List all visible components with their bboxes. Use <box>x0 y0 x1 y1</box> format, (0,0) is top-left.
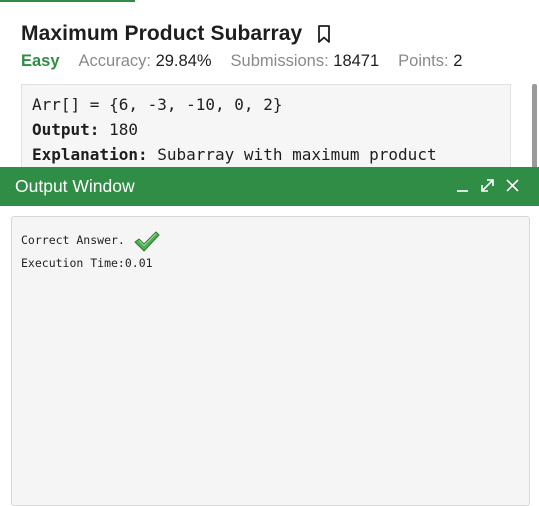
bookmark-icon[interactable] <box>316 24 332 44</box>
result-message: Correct Answer. <box>21 233 125 247</box>
execution-time: Execution Time:0.01 <box>21 256 153 270</box>
explanation-key: Explanation: <box>32 145 148 164</box>
expand-icon[interactable] <box>478 176 497 195</box>
close-icon[interactable] <box>503 176 522 195</box>
example-input: Arr[] = {6, -3, -10, 0, 2} <box>32 95 283 114</box>
scrollbar-thumb[interactable] <box>532 84 537 170</box>
output-value: 180 <box>99 120 138 139</box>
accuracy-label: Accuracy: <box>78 52 151 70</box>
output-window-header: Output Window <box>0 167 539 206</box>
output-key: Output: <box>32 120 100 139</box>
output-window-body: Correct Answer. Execution Time:0.01 <box>11 216 530 506</box>
problem-header: Maximum Product Subarray <box>21 22 332 46</box>
accuracy-value: 29.84% <box>155 52 212 70</box>
problem-stats: Easy Accuracy: 29.84% Submissions: 18471… <box>21 52 481 71</box>
window-controls <box>453 176 522 195</box>
explanation-value: Subarray with maximum product <box>147 145 437 164</box>
submissions-value: 18471 <box>333 52 380 70</box>
output-window-title: Output Window <box>15 176 135 196</box>
minimize-icon[interactable] <box>453 176 472 195</box>
points-label: Points: <box>398 52 449 70</box>
top-accent-bar <box>0 0 135 2</box>
check-icon <box>133 230 161 254</box>
example-output: Output: 180 <box>32 117 500 142</box>
example-explanation: Explanation: Subarray with maximum produ… <box>32 142 500 167</box>
difficulty-badge: Easy <box>21 52 60 70</box>
points-value: 2 <box>453 52 463 70</box>
submissions-label: Submissions: <box>230 52 329 70</box>
problem-title: Maximum Product Subarray <box>21 22 303 45</box>
